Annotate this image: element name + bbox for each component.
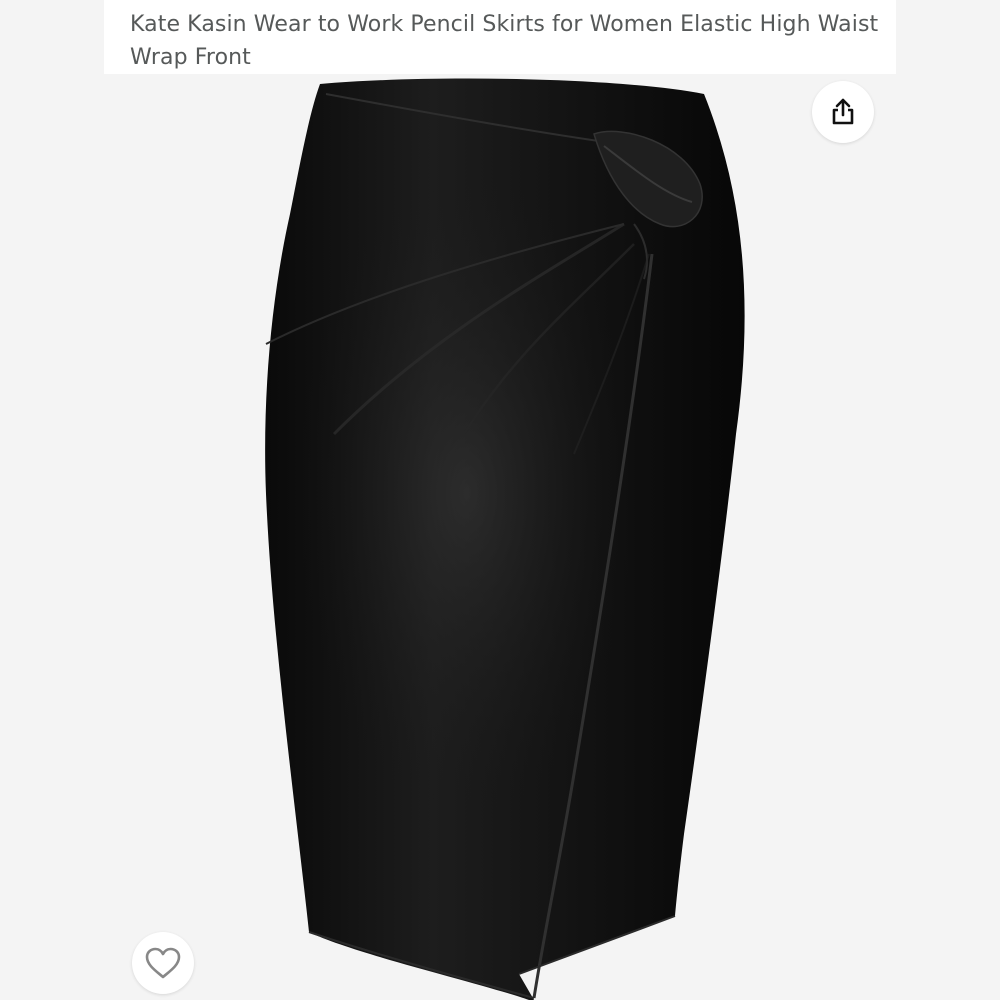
- skirt-image: [265, 78, 745, 1000]
- heart-outline-icon: [145, 947, 181, 979]
- share-icon: [832, 98, 854, 125]
- product-title[interactable]: Kate Kasin Wear to Work Pencil Skirts fo…: [130, 8, 890, 74]
- share-button[interactable]: [812, 81, 874, 143]
- product-card: Kate Kasin Wear to Work Pencil Skirts fo…: [104, 0, 896, 1000]
- left-margin: [0, 0, 104, 1000]
- title-bar: Kate Kasin Wear to Work Pencil Skirts fo…: [104, 0, 896, 74]
- favorite-button[interactable]: [132, 932, 194, 994]
- product-image[interactable]: [104, 74, 896, 1000]
- product-page: Kate Kasin Wear to Work Pencil Skirts fo…: [0, 0, 1000, 1000]
- right-margin: [896, 0, 1000, 1000]
